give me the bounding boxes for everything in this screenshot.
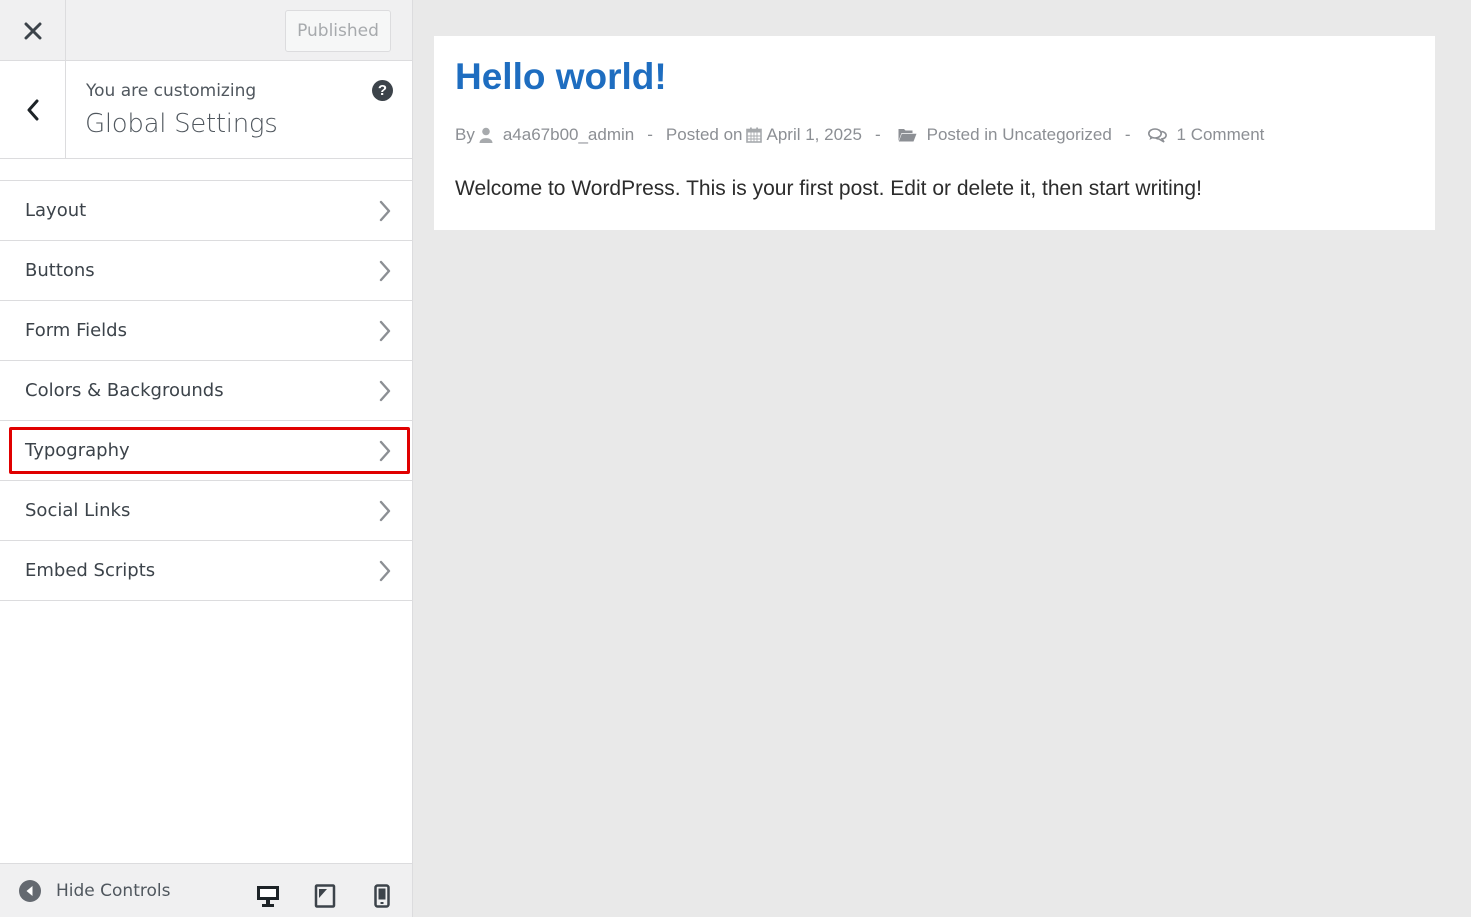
post-meta: By a4a67b00_admin - Posted on April 1, 2… — [455, 125, 1264, 145]
comments-icon — [1147, 127, 1167, 143]
posted-in-category-link[interactable]: Posted in Uncategorized — [927, 125, 1112, 145]
menu-item-social-links[interactable]: Social Links — [0, 481, 412, 541]
section-header: You are customizing Global Settings ? — [0, 61, 412, 159]
meta-separator: - — [1124, 125, 1131, 144]
close-icon — [24, 22, 41, 39]
post-date-link[interactable]: April 1, 2025 — [766, 125, 861, 145]
comments-link[interactable]: 1 Comment — [1177, 125, 1265, 145]
chevron-right-icon — [379, 380, 391, 401]
menu-item-label: Social Links — [25, 500, 131, 521]
tablet-preview-button[interactable] — [312, 883, 338, 909]
customizer-sidebar: Published You are customizing Global Set… — [0, 0, 413, 917]
section-title: Global Settings — [85, 109, 278, 139]
customizer-footer: Hide Controls — [0, 863, 412, 917]
meta-separator: - — [647, 125, 653, 144]
menu-item-typography[interactable]: Typography — [0, 421, 412, 481]
close-customizer-button[interactable] — [0, 0, 66, 61]
post-author-link[interactable]: a4a67b00_admin — [503, 125, 634, 145]
by-label: By — [455, 125, 475, 144]
menu-item-buttons[interactable]: Buttons — [0, 241, 412, 301]
help-button[interactable]: ? — [372, 80, 393, 101]
menu-item-colors-backgrounds[interactable]: Colors & Backgrounds — [0, 361, 412, 421]
back-button[interactable] — [0, 61, 66, 158]
post-title-link[interactable]: Hello world! — [455, 56, 667, 98]
chevron-right-icon — [379, 500, 391, 521]
desktop-preview-button[interactable] — [255, 883, 281, 909]
customizing-label: You are customizing — [86, 81, 257, 101]
menu-item-label: Layout — [25, 200, 87, 221]
chevron-right-icon — [379, 320, 391, 341]
chevron-right-icon — [379, 200, 391, 221]
menu-item-label: Typography — [25, 440, 130, 461]
menu-item-layout[interactable]: Layout — [0, 181, 412, 241]
calendar-icon — [746, 127, 763, 143]
menu-item-label: Colors & Backgrounds — [25, 380, 224, 401]
post-content: Welcome to WordPress. This is your first… — [455, 177, 1202, 200]
tablet-icon — [314, 884, 336, 908]
publish-button[interactable]: Published — [285, 10, 391, 52]
chevron-left-icon — [27, 99, 38, 120]
menu-item-label: Buttons — [25, 260, 95, 281]
customizer-header: Published — [0, 0, 412, 61]
menu-item-label: Embed Scripts — [25, 560, 156, 581]
chevron-right-icon — [379, 440, 391, 461]
user-icon — [479, 127, 493, 143]
posted-on-label: Posted on — [665, 125, 743, 144]
folder-icon — [898, 129, 917, 142]
mobile-icon — [374, 884, 390, 908]
chevron-right-icon — [379, 260, 391, 281]
hide-controls-button[interactable]: Hide Controls — [18, 864, 170, 917]
desktop-icon — [257, 886, 279, 907]
mobile-preview-button[interactable] — [369, 883, 395, 909]
menu-item-form-fields[interactable]: Form Fields — [0, 301, 412, 361]
section-menu: Layout Buttons Form Fields Colors & Back… — [0, 180, 412, 601]
menu-item-embed-scripts[interactable]: Embed Scripts — [0, 541, 412, 601]
post-card: Hello world! By a4a67b00_admin - Posted … — [434, 36, 1435, 230]
collapse-arrow-icon — [19, 880, 41, 902]
hide-controls-label: Hide Controls — [56, 881, 171, 901]
menu-item-label: Form Fields — [25, 320, 127, 341]
help-icon: ? — [377, 82, 388, 99]
chevron-right-icon — [379, 560, 391, 581]
meta-separator: - — [874, 125, 881, 144]
